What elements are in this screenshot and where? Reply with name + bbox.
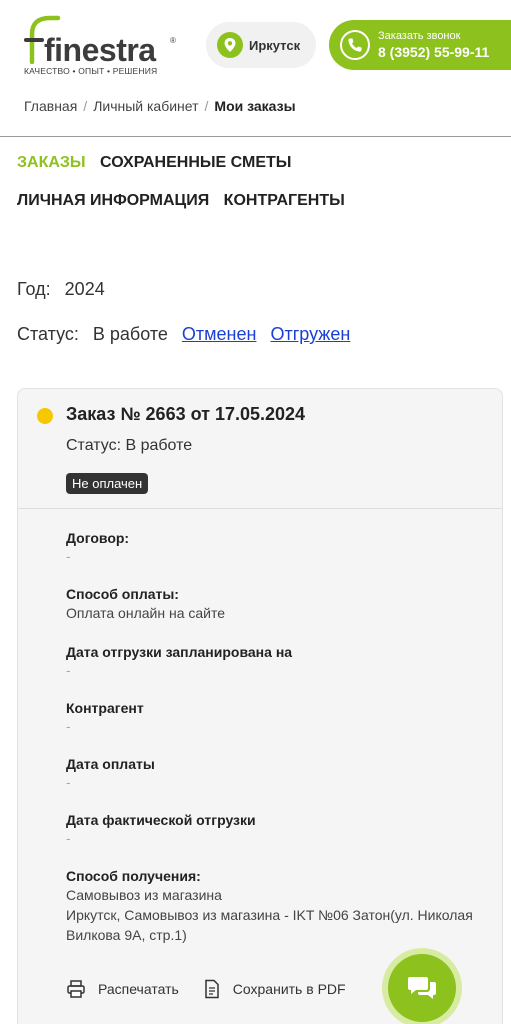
tab-saved-estimates[interactable]: СОХРАНЕННЫЕ СМЕТЫ xyxy=(100,154,291,171)
order-details: Договор: - Способ оплаты: Оплата онлайн … xyxy=(66,529,486,965)
field-delivery-method: Способ получения: Самовывоз из магазина … xyxy=(66,867,486,945)
breadcrumb-current: Мои заказы xyxy=(214,98,296,114)
year-label: Год: xyxy=(17,279,51,299)
field-value: - xyxy=(66,718,71,734)
logo-registered-mark: ® xyxy=(170,36,176,45)
order-card-header[interactable]: Заказ № 2663 от 17.05.2024 Статус: В раб… xyxy=(18,389,502,509)
order-status: Статус: В работе xyxy=(66,437,193,454)
field-label: Способ получения: xyxy=(66,868,201,884)
field-payment-date: Дата оплаты - xyxy=(66,755,486,791)
breadcrumb-cabinet[interactable]: Личный кабинет xyxy=(93,98,198,114)
payment-status-badge: Не оплачен xyxy=(66,473,149,494)
document-icon xyxy=(205,979,219,999)
status-in-progress: В работе xyxy=(92,324,168,344)
order-status-dot xyxy=(37,408,53,424)
callback-button[interactable]: Заказать звонок 8 (3952) 55-99-11 xyxy=(329,20,511,70)
phone-number: 8 (3952) 55-99-11 xyxy=(378,43,490,60)
field-counterparty: Контрагент - xyxy=(66,699,486,735)
field-actual-shipment: Дата фактической отгрузки - xyxy=(66,811,486,847)
chat-icon xyxy=(408,977,436,999)
account-tabs: ЗАКАЗЫ СОХРАНЕННЫЕ СМЕТЫ xyxy=(17,154,301,172)
status-filter: Статус: В работе Отменен Отгружен xyxy=(17,324,350,345)
field-label: Контрагент xyxy=(66,700,144,716)
status-cancelled-link[interactable]: Отменен xyxy=(182,324,257,344)
callback-label: Заказать звонок xyxy=(378,29,461,42)
account-tabs-row-2: ЛИЧНАЯ ИНФОРМАЦИЯ КОНТРАГЕНТЫ xyxy=(17,192,355,210)
logo-text: finestra xyxy=(44,32,156,68)
year-value[interactable]: 2024 xyxy=(65,279,105,299)
city-selector[interactable]: Иркутск xyxy=(206,22,316,68)
breadcrumb-home[interactable]: Главная xyxy=(24,98,77,114)
site-header: finestra ® КАЧЕСТВО • ОПЫТ • РЕШЕНИЯ Ирк… xyxy=(0,0,511,90)
field-value-address: Иркутск, Самовывоз из магазина - IKT №06… xyxy=(66,907,473,943)
chat-button[interactable] xyxy=(388,954,456,1022)
field-value: - xyxy=(66,548,71,564)
breadcrumb: Главная / Личный кабинет / Мои заказы xyxy=(24,98,296,114)
printer-icon xyxy=(67,980,85,998)
print-label: Распечатать xyxy=(98,981,179,997)
field-label: Способ оплаты: xyxy=(66,586,179,602)
field-label: Дата фактической отгрузки xyxy=(66,812,256,828)
tab-orders[interactable]: ЗАКАЗЫ xyxy=(17,154,86,171)
tab-counterparties[interactable]: КОНТРАГЕНТЫ xyxy=(224,192,345,209)
print-button[interactable]: Распечатать xyxy=(66,979,179,999)
save-pdf-button[interactable]: Сохранить в PDF xyxy=(203,979,346,999)
status-shipped-link[interactable]: Отгружен xyxy=(270,324,350,344)
order-title: Заказ № 2663 от 17.05.2024 xyxy=(66,404,306,424)
field-planned-shipment: Дата отгрузки запланирована на - xyxy=(66,643,486,679)
finestra-logo[interactable]: finestra ® КАЧЕСТВО • ОПЫТ • РЕШЕНИЯ xyxy=(24,14,176,78)
field-value: - xyxy=(66,662,71,678)
field-contract: Договор: - xyxy=(66,529,486,565)
location-pin-icon xyxy=(217,32,243,58)
phone-icon xyxy=(340,30,370,60)
field-value: - xyxy=(66,774,71,790)
year-filter: Год: 2024 xyxy=(17,279,105,300)
field-label: Дата оплаты xyxy=(66,756,155,772)
field-value: - xyxy=(66,830,71,846)
breadcrumb-separator: / xyxy=(83,98,88,114)
header-divider xyxy=(0,136,511,137)
field-value: Самовывоз из магазина xyxy=(66,887,222,903)
save-pdf-label: Сохранить в PDF xyxy=(232,981,346,997)
tab-personal-info[interactable]: ЛИЧНАЯ ИНФОРМАЦИЯ xyxy=(17,192,209,209)
city-name: Иркутск xyxy=(249,37,301,53)
field-payment-method: Способ оплаты: Оплата онлайн на сайте xyxy=(66,585,486,623)
order-card: Заказ № 2663 от 17.05.2024 Статус: В раб… xyxy=(17,388,503,1024)
order-actions: Распечатать Сохранить в PDF xyxy=(66,979,370,999)
logo-tagline: КАЧЕСТВО • ОПЫТ • РЕШЕНИЯ xyxy=(24,66,158,76)
field-value: Оплата онлайн на сайте xyxy=(66,605,226,621)
breadcrumb-separator: / xyxy=(204,98,209,114)
status-label: Статус: xyxy=(17,324,79,344)
field-label: Договор: xyxy=(66,530,130,546)
field-label: Дата отгрузки запланирована на xyxy=(66,644,293,660)
